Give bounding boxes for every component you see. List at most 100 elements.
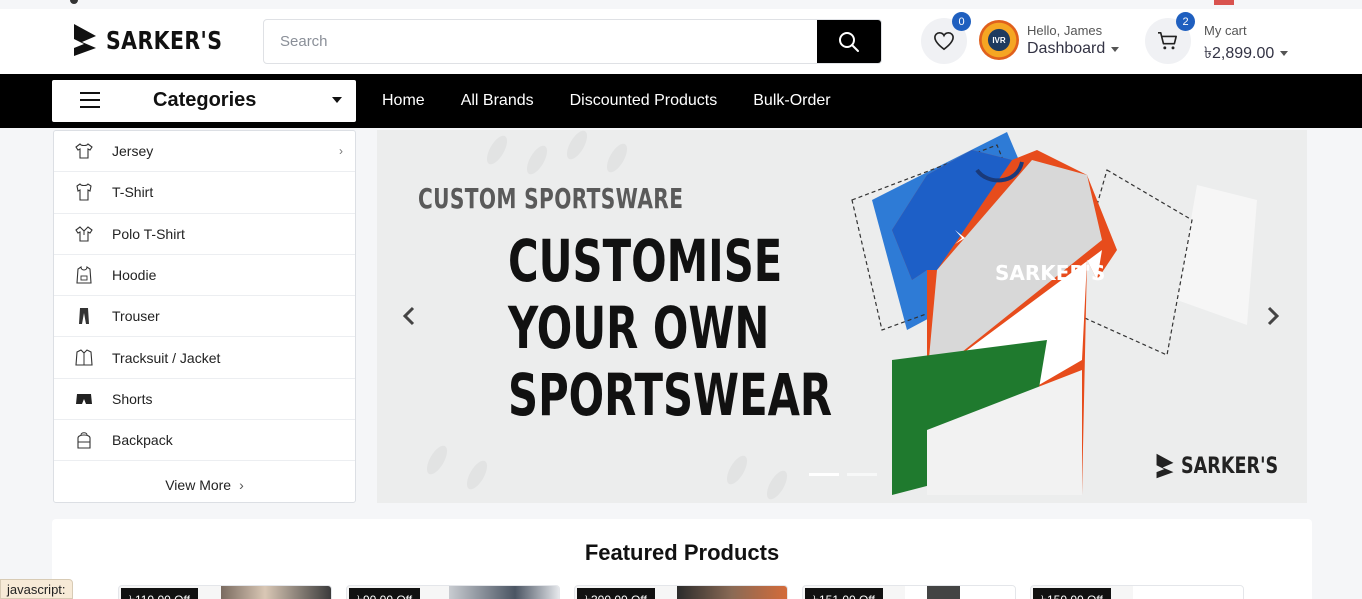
cart-label: My cart (1204, 23, 1247, 38)
nav-link-bulk-order[interactable]: Bulk-Order (735, 92, 848, 110)
nav-link-all-brands[interactable]: All Brands (443, 92, 552, 110)
banner-pagination (809, 473, 877, 476)
wishlist-button[interactable]: 0 (921, 12, 971, 64)
search-bar (263, 19, 882, 64)
chevron-right-icon: › (239, 476, 244, 493)
category-item-jersey[interactable]: Jersey › (54, 131, 355, 173)
polo-tshirt-icon (75, 226, 93, 242)
site-header: SARKER'S 0 IVR Hello, James Dashboard (0, 9, 1362, 74)
hero-banner: CUSTOM SPORTSWARE CUSTOMISE YOUR OWN SPO… (377, 130, 1307, 503)
view-more-label: View More (165, 476, 232, 493)
banner-subtitle: CUSTOM SPORTSWARE (418, 182, 684, 215)
product-card[interactable]: ৳151.00 Off (802, 585, 1016, 599)
search-icon (839, 31, 859, 52)
cart-button[interactable]: 2 (1145, 12, 1195, 64)
product-image (1133, 586, 1243, 599)
featured-products-title: Featured Products (584, 540, 780, 565)
cart-total-dropdown[interactable]: ৳2,899.00 (1204, 40, 1289, 67)
category-item-tshirt[interactable]: T-Shirt (54, 172, 355, 214)
banner-headline-line-2: YOUR OWN (508, 294, 770, 362)
discount-badge: ৳300.00 Off (577, 588, 655, 599)
trouser-icon (79, 308, 89, 325)
avatar-text: IVR (992, 35, 1006, 45)
banner-prev-arrow[interactable] (397, 302, 421, 330)
categories-button[interactable]: Categories (52, 80, 356, 122)
dashboard-label: Dashboard (1027, 40, 1106, 57)
banner-dot-2[interactable] (847, 473, 877, 476)
language-flag-icon[interactable] (1214, 0, 1234, 5)
shorts-icon (76, 393, 92, 404)
category-item-trouser[interactable]: Trouser (54, 296, 355, 338)
chevron-right-icon (1267, 306, 1280, 326)
chevron-down-icon (1280, 51, 1289, 56)
category-label: T-Shirt (112, 184, 154, 201)
avatar[interactable]: IVR (979, 20, 1019, 60)
product-card[interactable]: ৳90.00 Off (346, 585, 560, 599)
category-item-backpack[interactable]: Backpack (54, 420, 355, 462)
category-item-tracksuit-jacket[interactable]: Tracksuit / Jacket (54, 337, 355, 379)
banner-headline-line-1: CUSTOMISE (508, 227, 783, 295)
jersey-print-text: SARKER'S (995, 261, 1105, 285)
cart-summary[interactable]: My cart ৳2,899.00 (1204, 23, 1289, 67)
nav-link-home[interactable]: Home (364, 92, 443, 110)
category-item-hoodie[interactable]: Hoodie (54, 255, 355, 297)
category-label: Tracksuit / Jacket (112, 349, 221, 366)
category-label: Jersey (112, 143, 154, 160)
cart-total: ৳2,899.00 (1204, 45, 1275, 62)
user-menu[interactable]: Hello, James Dashboard (1027, 23, 1120, 58)
search-button[interactable] (817, 20, 881, 63)
category-label: Shorts (112, 390, 153, 407)
banner-dot-1[interactable] (809, 473, 839, 476)
banner-headline-line-3: SPORTSWEAR (508, 361, 833, 429)
view-more-button[interactable]: View More › (54, 467, 355, 502)
cart-count-badge: 2 (1176, 12, 1195, 31)
cart-icon (1158, 32, 1177, 50)
tshirt-icon (76, 183, 92, 201)
category-item-polo-tshirt[interactable]: Polo T-Shirt (54, 214, 355, 255)
product-card[interactable]: ৳150.00 Off (1030, 585, 1244, 599)
banner-next-arrow[interactable] (1261, 302, 1285, 330)
wishlist-count-badge: 0 (952, 12, 971, 31)
backpack-icon (77, 432, 91, 449)
product-card[interactable]: ৳110.00 Off (118, 585, 332, 599)
banner-brand-text: SARKER'S (1181, 453, 1279, 479)
search-input[interactable] (264, 20, 819, 63)
discount-badge: ৳151.00 Off (805, 588, 883, 599)
banner-headline: CUSTOMISE YOUR OWN SPORTSWEAR (508, 228, 832, 429)
top-strip (0, 0, 1362, 9)
user-greeting: Hello, James (1027, 23, 1103, 38)
category-label: Polo T-Shirt (112, 225, 185, 242)
chevron-right-icon: › (339, 144, 343, 159)
jersey-icon (75, 143, 93, 159)
featured-products-list: ৳110.00 Off ৳90.00 Off ৳300.00 Off ৳151.… (118, 585, 1244, 599)
nav-link-discounted-products[interactable]: Discounted Products (552, 92, 736, 110)
hoodie-icon (76, 266, 92, 284)
product-card[interactable]: ৳300.00 Off (574, 585, 788, 599)
discount-badge: ৳150.00 Off (1033, 588, 1111, 599)
dashboard-dropdown[interactable]: Dashboard (1027, 40, 1120, 58)
product-image (221, 586, 331, 599)
chevron-down-icon (1111, 46, 1120, 52)
jacket-icon (75, 348, 93, 366)
product-image (905, 586, 1015, 599)
category-sidebar: Jersey › T-Shirt Polo T-Shirt Hoodie Tro… (53, 130, 356, 503)
category-label: Hoodie (112, 267, 157, 284)
top-strip-mark (70, 0, 78, 4)
hamburger-icon (80, 92, 100, 113)
featured-products-section: Featured Products ৳110.00 Off ৳90.00 Off… (52, 519, 1312, 599)
category-label: Trouser (112, 308, 160, 325)
chevron-left-icon (402, 306, 415, 326)
heart-icon (934, 31, 954, 51)
discount-badge: ৳110.00 Off (121, 588, 198, 599)
discount-badge: ৳90.00 Off (349, 588, 421, 599)
category-item-shorts[interactable]: Shorts (54, 379, 355, 421)
product-image (677, 586, 787, 599)
browser-status-bar: javascript: (0, 579, 73, 599)
caret-down-icon (332, 97, 342, 103)
category-label: Backpack (112, 432, 173, 449)
jersey-illustration: SARKER'S (851, 132, 1193, 495)
site-logo[interactable]: SARKER'S (72, 22, 248, 58)
main-navbar: Categories Home All Brands Discounted Pr… (0, 74, 1362, 128)
logo-mark-icon (74, 24, 96, 56)
logo-text: SARKER'S (106, 25, 223, 55)
